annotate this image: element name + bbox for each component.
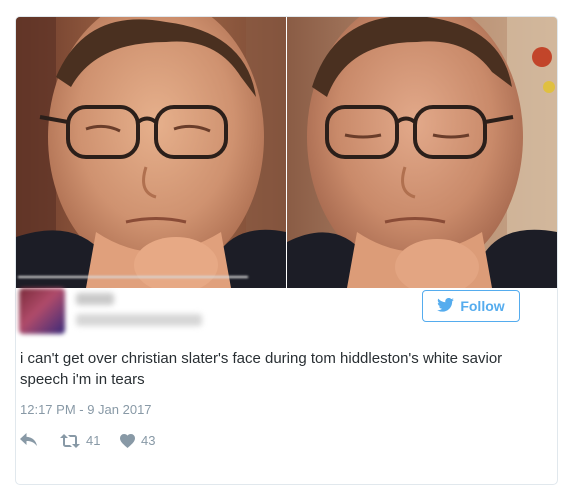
follow-label: Follow [460,298,505,314]
reply-button[interactable] [20,433,37,447]
retweet-button[interactable]: 41 [60,433,100,448]
like-button[interactable]: 43 [120,433,155,448]
photo-left[interactable] [16,17,286,288]
heart-icon [120,433,135,448]
follow-button[interactable]: Follow [422,290,520,322]
tweet-actions: 41 43 [20,433,320,453]
tweet-media[interactable] [16,17,557,288]
redacted-line [18,276,248,278]
photo-right[interactable] [287,17,557,288]
redacted-username[interactable] [76,314,202,326]
retweet-count: 41 [86,433,101,448]
like-count: 43 [141,433,156,448]
tweet-timestamp[interactable]: 12:17 PM - 9 Jan 2017 [20,402,152,417]
redacted-display-name[interactable] [76,293,114,305]
avatar[interactable] [19,288,65,334]
retweet-icon [60,433,80,448]
reply-icon [20,433,37,447]
tweet-text: i can't get over christian slater's face… [20,350,503,388]
bird-icon [437,297,455,315]
